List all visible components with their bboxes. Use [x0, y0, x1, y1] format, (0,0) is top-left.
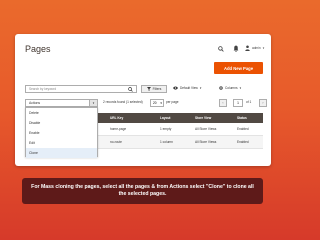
columns-selector[interactable]: Columns ▾: [219, 86, 241, 90]
cell-layout: 1 column: [160, 140, 173, 144]
instruction-banner: For Mass cloning the pages, select all t…: [22, 178, 263, 204]
search-placeholder: Search by keyword: [29, 87, 57, 91]
per-page-value: 20: [153, 101, 157, 105]
action-option-enable[interactable]: Enable: [26, 128, 97, 138]
cell-store-view: All Store Views: [195, 140, 217, 144]
instruction-text: For Mass cloning the pages, select all t…: [31, 183, 254, 198]
user-menu[interactable]: admin ▾: [245, 45, 264, 51]
columns-label: Columns: [225, 86, 238, 90]
page-number-input[interactable]: 1: [233, 99, 243, 107]
cell-url-key: no-route: [110, 140, 122, 144]
view-selector[interactable]: Default View ▾: [173, 86, 201, 90]
gear-icon: [219, 86, 223, 90]
column-header-url-key[interactable]: URL Key: [110, 113, 123, 123]
filters-label: Filters: [152, 87, 162, 91]
previous-page-button[interactable]: ‹: [219, 99, 227, 107]
bell-icon[interactable]: [233, 45, 239, 52]
page-title: Pages: [25, 44, 51, 54]
add-new-page-button[interactable]: Add New Page: [214, 62, 263, 74]
per-page-label: per page: [166, 100, 179, 104]
action-option-delete[interactable]: Delete: [26, 108, 97, 118]
user-icon: [245, 45, 250, 51]
cell-status: Enabled: [237, 127, 249, 131]
records-count: 2 records found (1 selected): [103, 100, 143, 104]
cell-layout: 1 empty: [160, 127, 172, 131]
search-icon[interactable]: [128, 86, 133, 92]
chevron-down-icon: ▾: [262, 46, 265, 50]
eye-icon: [173, 86, 178, 90]
search-icon[interactable]: [218, 46, 224, 52]
cell-status: Enabled: [237, 140, 249, 144]
search-input[interactable]: Search by keyword: [25, 85, 137, 93]
actions-dropdown-menu: Delete Disable Enable Edit Clone: [25, 107, 98, 158]
action-option-edit[interactable]: Edit: [26, 138, 97, 148]
actions-selected-value: Actions: [29, 101, 41, 105]
chevron-down-icon[interactable]: ▾: [89, 100, 97, 106]
action-option-clone[interactable]: Clone: [26, 148, 97, 158]
view-label: Default View: [180, 86, 198, 90]
cell-store-view: All Store Views: [195, 127, 217, 131]
chevron-down-icon: ▾: [239, 86, 242, 90]
action-option-disable[interactable]: Disable: [26, 118, 97, 128]
page-total: of 1: [246, 100, 252, 104]
admin-panel: Pages admin ▾ Add New Page Search by key…: [15, 34, 271, 166]
cell-url-key: home-page: [110, 127, 127, 131]
chevron-down-icon: ▾: [199, 86, 202, 90]
chevron-down-icon: ▾: [160, 101, 162, 105]
next-page-button[interactable]: ›: [259, 99, 267, 107]
filter-icon: [146, 87, 151, 91]
column-header-status[interactable]: Status: [237, 113, 247, 123]
username: admin: [252, 46, 261, 50]
actions-select[interactable]: Actions ▾: [25, 99, 98, 107]
column-header-layout[interactable]: Layout: [160, 113, 170, 123]
column-header-store-view[interactable]: Store View: [195, 113, 211, 123]
filters-button[interactable]: Filters: [141, 85, 167, 93]
per-page-select[interactable]: 20 ▾: [150, 99, 164, 107]
